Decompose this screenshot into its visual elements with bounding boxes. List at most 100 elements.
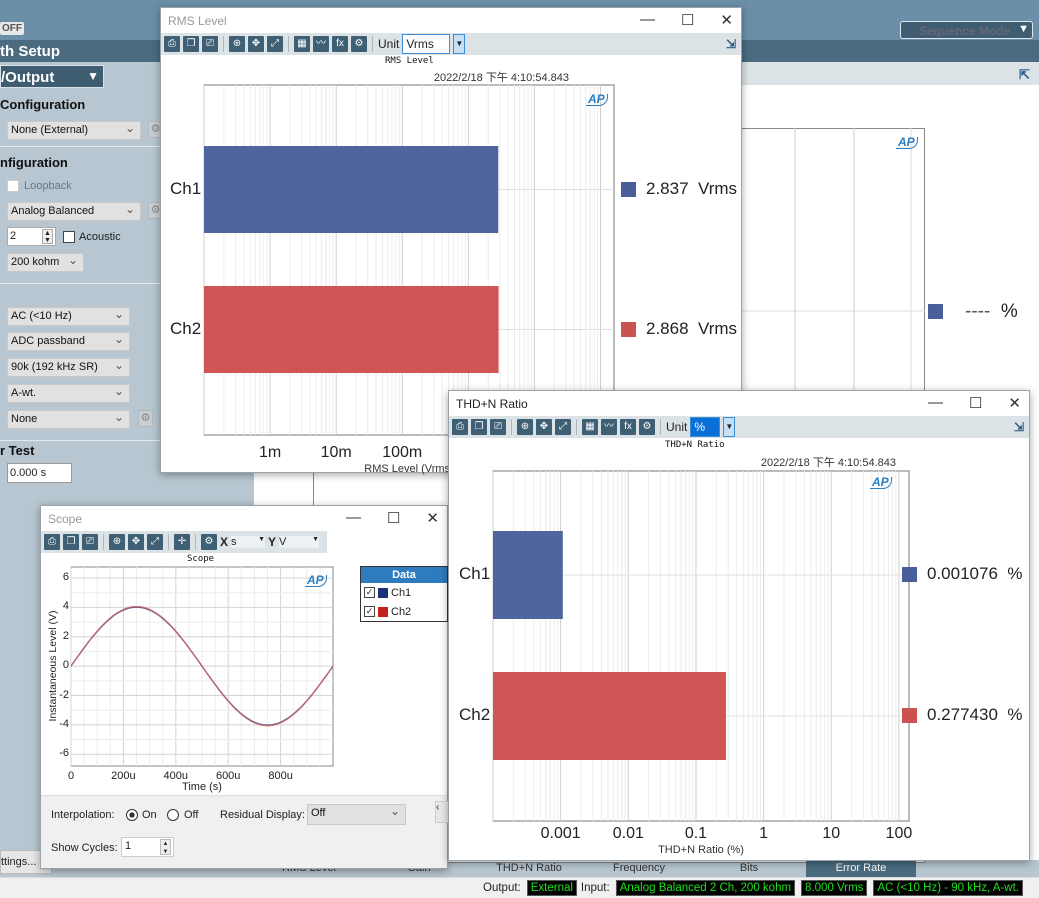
legend-swatch xyxy=(378,587,388,598)
input-label: Input: xyxy=(580,882,610,894)
section-title: nfiguration xyxy=(0,155,68,170)
section-title: r Test xyxy=(0,443,35,458)
interpolation-on-radio[interactable] xyxy=(126,809,138,821)
plot-area xyxy=(492,470,910,822)
output-label: Output: xyxy=(483,882,521,894)
y-tick-label: -2 xyxy=(59,688,69,701)
output-dropdown-label: /Output xyxy=(1,69,55,86)
y-tick-label: 2 xyxy=(62,629,69,642)
y-tick-label: -4 xyxy=(59,717,69,730)
tab-frequency[interactable]: Frequency xyxy=(584,861,694,877)
scope-options-panel: Interpolation: On Off Residual Display: … xyxy=(41,795,449,868)
bar-ch1 xyxy=(493,531,563,619)
x-tick-label: 0.01 xyxy=(612,825,644,842)
interpolation-off-radio[interactable] xyxy=(167,809,179,821)
bandwidth-select[interactable]: ADC passband xyxy=(7,332,130,351)
acoustic-checkbox[interactable] xyxy=(63,231,75,243)
background-meter-value: ---- % xyxy=(965,301,1018,323)
generator-toggle[interactable]: OFF xyxy=(0,22,24,35)
chevron-down-icon: ▼ xyxy=(1018,23,1029,35)
checkbox-ch1[interactable]: ✓ xyxy=(364,587,375,598)
category-label: Ch2 xyxy=(459,705,491,724)
legend-swatch xyxy=(621,181,636,197)
x-tick-label: 10m xyxy=(320,444,352,461)
rate-select[interactable]: 90k (192 kHz SR) xyxy=(7,358,130,377)
chart-timestamp: 2022/2/18 下午 4:10:54.843 xyxy=(760,457,896,469)
stepper-arrows-icon[interactable]: ▲ ▼ xyxy=(160,839,171,855)
x-tick-label: 1 xyxy=(759,825,769,842)
interpolation-label: Interpolation: xyxy=(51,809,115,821)
delay-input[interactable]: 0.000 s xyxy=(7,463,72,483)
setup-title: th Setup xyxy=(0,43,60,60)
category-label: Ch1 xyxy=(170,178,202,198)
legend-item[interactable]: ✓ Ch1 xyxy=(361,583,447,602)
sequence-mode-dropdown[interactable]: Sequence Mode ▼ xyxy=(900,21,1033,39)
status-bar: Output: External Input: Analog Balanced … xyxy=(0,877,1039,898)
input-value: Analog Balanced 2 Ch, 200 kohm xyxy=(615,880,796,896)
readout-value: 0.001076 % xyxy=(927,564,1023,583)
ap-logo: AP xyxy=(586,93,608,106)
bar-ch2 xyxy=(204,286,499,373)
tab-error-rate[interactable]: Error Rate xyxy=(806,861,916,877)
thdn-ratio-window: THD+N Ratio — ☐ ✕ ⎙ ❐ ⎚ ⊕ ✥ ⤢ ▦ 〰 fx ⚙ Unit % ▼ ⇲ … xyxy=(448,390,1030,861)
y-tick-label: 6 xyxy=(62,571,69,583)
legend-item[interactable]: ✓ Ch2 xyxy=(361,602,447,621)
show-cycles-label: Show Cycles: xyxy=(51,842,118,854)
legend-title: Data xyxy=(361,567,447,583)
popout-icon[interactable]: ⇱ xyxy=(1019,67,1030,83)
weighting-select[interactable]: A-wt. xyxy=(7,384,130,403)
meter-value: ---- xyxy=(965,301,991,322)
coupling-select[interactable]: AC (<10 Hz) xyxy=(7,307,130,326)
y-tick-label: 4 xyxy=(62,600,69,613)
gear-icon[interactable]: ⚙ xyxy=(138,410,153,427)
filter-value: AC (<10 Hz) - 90 kHz, A-wt. xyxy=(873,880,1023,896)
legend-swatch xyxy=(902,567,917,582)
y-tick-label: -6 xyxy=(59,747,69,760)
plot-area xyxy=(203,84,615,436)
chevron-down-icon: ▼ xyxy=(87,69,99,83)
interpolation-off-label: Off xyxy=(184,809,199,821)
residual-display-label: Residual Display: xyxy=(220,809,305,821)
interpolation-on-label: On xyxy=(142,809,157,821)
ap-logo: AP xyxy=(896,136,918,149)
chart-timestamp: 2022/2/18 下午 4:10:54.843 xyxy=(433,72,569,84)
output-dropdown[interactable]: /Output ▼ xyxy=(0,65,104,88)
readout-value: 2.868 Vrms xyxy=(646,318,738,338)
x-tick-label: 0.001 xyxy=(540,825,581,842)
collapse-button[interactable]: ‹ xyxy=(435,801,449,823)
x-axis-label: RMS Level (Vrms) xyxy=(364,463,454,475)
category-label: Ch2 xyxy=(170,318,202,338)
generator-config-select[interactable]: None (External) xyxy=(7,121,141,140)
tab-thd-n-ratio[interactable]: THD+N Ratio xyxy=(474,861,584,877)
legend-label: Ch1 xyxy=(391,586,412,599)
x-tick-label: 10 xyxy=(822,825,841,842)
residual-display-select[interactable]: Off xyxy=(307,804,406,825)
category-label: Ch1 xyxy=(459,564,491,583)
ap-logo: AP xyxy=(870,476,892,489)
impedance-select[interactable]: 200 kohm xyxy=(7,253,84,272)
sequence-mode-label: Sequence Mode xyxy=(919,24,1011,38)
tab-bits[interactable]: Bits xyxy=(694,861,804,877)
acoustic-label: Acoustic xyxy=(79,231,121,243)
bar-ch1 xyxy=(204,146,499,233)
filter-select[interactable]: None xyxy=(7,410,130,429)
legend-swatch xyxy=(621,321,636,337)
ap-logo: AP xyxy=(305,574,327,587)
x-tick-label: 800u xyxy=(268,770,293,782)
loopback-checkbox[interactable] xyxy=(7,180,19,192)
section-title: Configuration xyxy=(0,97,86,112)
scope-window: Scope — ☐ ✕ ⎙ ❐ ⎚ ⊕ ✥ ⤢ ✛ ⚙ X s ▼ Y V ▼ Scope A… xyxy=(40,505,449,869)
y-tick-label: 0 xyxy=(62,659,69,672)
scope-chart xyxy=(70,566,334,767)
checkbox-ch2[interactable]: ✓ xyxy=(364,606,375,617)
input-type-select[interactable]: Analog Balanced xyxy=(7,202,141,221)
x-tick-label: 100 xyxy=(885,825,913,842)
output-value: External xyxy=(526,880,577,896)
readout-value: 0.277430 % xyxy=(927,705,1023,724)
legend-swatch xyxy=(902,708,917,723)
bar-ch2 xyxy=(493,672,726,760)
y-axis-label: Instantaneous Level (V) xyxy=(47,610,59,721)
loopback-label: Loopback xyxy=(24,180,72,192)
legend-swatch xyxy=(378,606,388,617)
stepper-arrows-icon[interactable]: ▲ ▼ xyxy=(42,229,53,244)
